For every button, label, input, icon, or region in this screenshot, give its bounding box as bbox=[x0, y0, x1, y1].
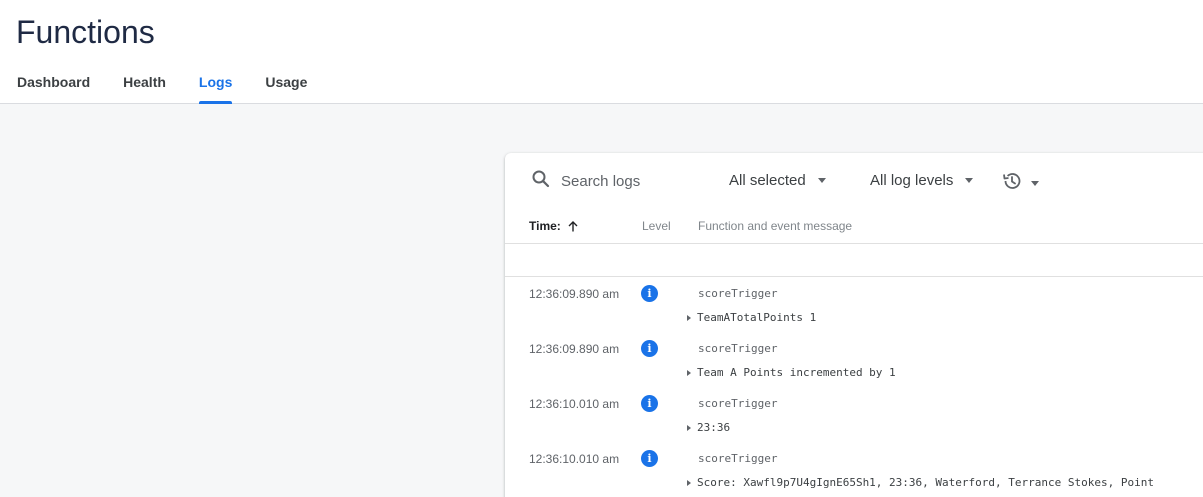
log-time: 12:36:09.890 am bbox=[529, 287, 620, 301]
tab-bar: Dashboard Health Logs Usage bbox=[0, 74, 323, 104]
log-level-label: All log levels bbox=[870, 172, 954, 189]
chevron-down-icon bbox=[817, 178, 826, 183]
function-filter-dropdown[interactable]: All selected bbox=[729, 172, 826, 189]
info-icon: i bbox=[641, 450, 658, 467]
log-message[interactable]: 23:36 bbox=[687, 421, 730, 434]
page-header: Functions Dashboard Health Logs Usage bbox=[0, 0, 1203, 104]
log-time: 12:36:10.010 am bbox=[529, 397, 620, 411]
arrow-up-icon bbox=[568, 220, 578, 232]
search-placeholder: Search logs bbox=[561, 173, 641, 190]
expand-arrow-icon bbox=[687, 424, 691, 431]
tab-logs[interactable]: Logs bbox=[198, 74, 233, 104]
search-icon bbox=[531, 169, 551, 194]
log-function-name: scoreTrigger bbox=[698, 287, 778, 300]
info-icon: i bbox=[641, 395, 658, 412]
log-message-text: TeamATotalPoints 1 bbox=[697, 311, 817, 324]
info-icon: i bbox=[641, 340, 658, 357]
log-level-dropdown[interactable]: All log levels bbox=[870, 172, 974, 189]
log-function-name: scoreTrigger bbox=[698, 397, 778, 410]
tab-health[interactable]: Health bbox=[123, 74, 166, 104]
log-row[interactable]: 12:36:10.010 am i scoreTrigger 23:36 bbox=[505, 387, 1203, 442]
page-title: Functions bbox=[16, 14, 155, 50]
log-message-text: Team A Points incremented by 1 bbox=[697, 366, 896, 379]
log-function-name: scoreTrigger bbox=[698, 342, 778, 355]
message-column-header: Function and event message bbox=[698, 219, 853, 233]
history-icon bbox=[1001, 170, 1023, 197]
log-message[interactable]: Score: Xawfl9p7U4gIgnE65Sh1, 23:36, Wate… bbox=[687, 476, 1154, 489]
log-column-headers: Time: Level Function and event message bbox=[505, 209, 1203, 244]
logs-panel: Search logs All selected All log levels bbox=[505, 153, 1203, 497]
history-dropdown[interactable] bbox=[1001, 170, 1039, 197]
expand-arrow-icon bbox=[687, 479, 691, 486]
log-message-text: Score: Xawfl9p7U4gIgnE65Sh1, 23:36, Wate… bbox=[697, 476, 1154, 489]
log-function-name: scoreTrigger bbox=[698, 452, 778, 465]
chevron-down-icon bbox=[965, 178, 974, 183]
log-list: 12:36:09.890 am i scoreTrigger TeamATota… bbox=[505, 277, 1203, 497]
expand-arrow-icon bbox=[687, 369, 691, 376]
expand-arrow-icon bbox=[687, 314, 691, 321]
search-logs-input[interactable]: Search logs bbox=[531, 169, 640, 194]
log-row[interactable]: 12:36:10.010 am i scoreTrigger Score: Xa… bbox=[505, 442, 1203, 497]
log-message[interactable]: TeamATotalPoints 1 bbox=[687, 311, 816, 324]
time-column-header[interactable]: Time: bbox=[529, 219, 578, 233]
tab-dashboard[interactable]: Dashboard bbox=[17, 74, 90, 104]
log-time: 12:36:10.010 am bbox=[529, 452, 620, 466]
chevron-down-icon bbox=[1031, 181, 1039, 186]
tab-usage[interactable]: Usage bbox=[265, 74, 307, 104]
log-row[interactable]: 12:36:09.890 am i scoreTrigger TeamATota… bbox=[505, 277, 1203, 332]
logs-toolbar: Search logs All selected All log levels bbox=[505, 153, 1203, 209]
functions-page: Functions Dashboard Health Logs Usage Se… bbox=[0, 0, 1203, 497]
level-column-header: Level bbox=[642, 219, 671, 233]
function-filter-label: All selected bbox=[729, 172, 806, 189]
info-icon: i bbox=[641, 285, 658, 302]
time-column-label: Time: bbox=[529, 219, 561, 233]
log-time: 12:36:09.890 am bbox=[529, 342, 620, 356]
log-message-text: 23:36 bbox=[697, 421, 731, 434]
log-message[interactable]: Team A Points incremented by 1 bbox=[687, 366, 896, 379]
log-row[interactable]: 12:36:09.890 am i scoreTrigger Team A Po… bbox=[505, 332, 1203, 387]
